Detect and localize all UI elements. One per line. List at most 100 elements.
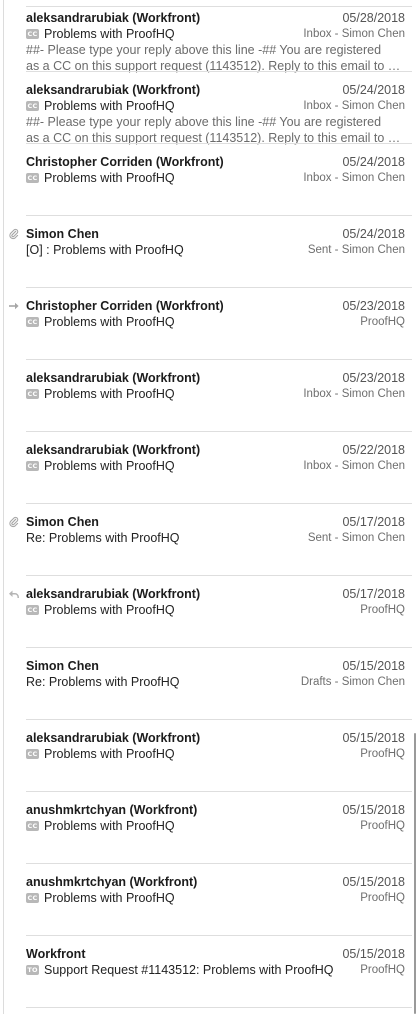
message-row[interactable]: Simon Chen 05/24/2018 [O] : Problems wit…: [0, 216, 418, 288]
message-folder: Inbox - Simon Chen: [303, 28, 405, 40]
message-preview: ##- Please type your reply above this li…: [26, 43, 382, 57]
message-subject: Re: Problems with ProofHQ: [26, 531, 180, 545]
message-date: 05/24/2018: [342, 227, 405, 241]
message-sender: aleksandrarubiak (Workfront): [26, 731, 201, 745]
cc-badge: CC: [26, 749, 39, 759]
message-subject-text: Problems with ProofHQ: [44, 99, 175, 113]
cc-badge: CC: [26, 389, 39, 399]
message-sender: aleksandrarubiak (Workfront): [26, 443, 201, 457]
message-date: 05/17/2018: [342, 587, 405, 601]
message-row[interactable]: aleksandrarubiak (Workfront) 05/17/2018 …: [0, 576, 418, 648]
message-subject-text: Support Request #1143512: Problems with …: [44, 963, 334, 977]
message-sender: Christopher Corriden (Workfront): [26, 299, 224, 313]
message-sender: Simon Chen: [26, 515, 99, 529]
divider: [26, 1007, 412, 1008]
cc-badge: CC: [26, 821, 39, 831]
cc-badge: CC: [26, 893, 39, 903]
message-date: 05/15/2018: [342, 875, 405, 889]
message-sender: Christopher Corriden (Workfront): [26, 155, 224, 169]
message-folder: Inbox - Simon Chen: [303, 172, 405, 184]
message-folder: Inbox - Simon Chen: [303, 460, 405, 472]
message-subject-text: Problems with ProofHQ: [44, 603, 175, 617]
message-row[interactable]: aleksandrarubiak (Workfront) 05/28/2018 …: [0, 0, 418, 73]
message-list: aleksandrarubiak (Workfront) 05/28/2018 …: [0, 0, 418, 1008]
message-folder: Sent - Simon Chen: [307, 532, 405, 544]
message-subject: CC Problems with ProofHQ: [26, 170, 175, 186]
message-subject-text: Problems with ProofHQ: [44, 27, 175, 41]
message-row[interactable]: anushmkrtchyan (Workfront) 05/15/2018 CC…: [0, 792, 418, 864]
paperclip-icon: [9, 516, 19, 528]
message-sender: Simon Chen: [26, 659, 99, 673]
message-date: 05/15/2018: [342, 731, 405, 745]
divider: [26, 6, 412, 7]
cc-badge: CC: [26, 101, 39, 111]
message-date: 05/23/2018: [342, 299, 405, 313]
message-sender: Simon Chen: [26, 227, 99, 241]
message-folder: Inbox - Simon Chen: [303, 388, 405, 400]
message-date: 05/17/2018: [342, 515, 405, 529]
message-folder: ProofHQ: [360, 892, 405, 904]
cc-badge: CC: [26, 317, 39, 327]
message-subject: [O] : Problems with ProofHQ: [26, 243, 184, 257]
message-subject-text: Problems with ProofHQ: [44, 747, 175, 761]
message-row[interactable]: aleksandrarubiak (Workfront) 05/15/2018 …: [0, 720, 418, 792]
message-folder: ProofHQ: [360, 748, 405, 760]
message-row[interactable]: aleksandrarubiak (Workfront) 05/22/2018 …: [0, 432, 418, 504]
message-folder: ProofHQ: [360, 316, 405, 328]
message-subject: CC Problems with ProofHQ: [26, 314, 175, 330]
message-subject: TO Support Request #1143512: Problems wit…: [26, 962, 334, 978]
message-row[interactable]: Christopher Corriden (Workfront) 05/23/2…: [0, 288, 418, 360]
message-subject-text: Problems with ProofHQ: [44, 171, 175, 185]
message-preview: ##- Please type your reply above this li…: [26, 115, 382, 129]
replied-arrow-icon: [9, 590, 19, 598]
message-date: 05/22/2018: [342, 443, 405, 457]
message-folder: Drafts - Simon Chen: [300, 676, 405, 688]
message-row[interactable]: anushmkrtchyan (Workfront) 05/15/2018 CC…: [0, 864, 418, 936]
message-subject-text: Problems with ProofHQ: [44, 459, 175, 473]
message-date: 05/28/2018: [342, 11, 405, 25]
message-sender: anushmkrtchyan (Workfront): [26, 875, 198, 889]
message-row[interactable]: Simon Chen 05/17/2018 Re: Problems with …: [0, 504, 418, 576]
message-subject-text: Problems with ProofHQ: [44, 315, 175, 329]
message-date: 05/15/2018: [342, 803, 405, 817]
message-sender: Workfront: [26, 947, 86, 961]
message-subject: Re: Problems with ProofHQ: [26, 675, 180, 689]
message-sender: aleksandrarubiak (Workfront): [26, 83, 201, 97]
cc-badge: CC: [26, 29, 39, 39]
message-date: 05/24/2018: [342, 83, 405, 97]
message-subject: CC Problems with ProofHQ: [26, 386, 175, 402]
message-sender: aleksandrarubiak (Workfront): [26, 371, 201, 385]
message-subject-text: Problems with ProofHQ: [44, 891, 175, 905]
cc-badge: CC: [26, 173, 39, 183]
message-folder: ProofHQ: [360, 964, 405, 976]
message-row[interactable]: aleksandrarubiak (Workfront) 05/23/2018 …: [0, 360, 418, 432]
message-date: 05/23/2018: [342, 371, 405, 385]
message-folder: Sent - Simon Chen: [307, 244, 405, 256]
message-subject: CC Problems with ProofHQ: [26, 98, 175, 114]
message-row[interactable]: aleksandrarubiak (Workfront) 05/24/2018 …: [0, 72, 418, 145]
message-subject: CC Problems with ProofHQ: [26, 26, 175, 42]
message-sender: aleksandrarubiak (Workfront): [26, 11, 201, 25]
message-subject: CC Problems with ProofHQ: [26, 746, 175, 762]
cc-badge: CC: [26, 461, 39, 471]
message-date: 05/24/2018: [342, 155, 405, 169]
message-folder: ProofHQ: [360, 820, 405, 832]
to-badge: TO: [26, 965, 39, 975]
message-row[interactable]: Workfront 05/15/2018 TO Support Request #…: [0, 936, 418, 1008]
message-date: 05/15/2018: [342, 659, 405, 673]
message-subject-text: Problems with ProofHQ: [44, 819, 175, 833]
message-date: 05/15/2018: [342, 947, 405, 961]
message-subject: CC Problems with ProofHQ: [26, 818, 175, 834]
message-subject: CC Problems with ProofHQ: [26, 602, 175, 618]
message-folder: ProofHQ: [360, 604, 405, 616]
message-folder: Inbox - Simon Chen: [303, 100, 405, 112]
message-subject: CC Problems with ProofHQ: [26, 890, 175, 906]
message-row[interactable]: Simon Chen 05/15/2018 Re: Problems with …: [0, 648, 418, 720]
message-subject-text: Problems with ProofHQ: [44, 387, 175, 401]
message-row[interactable]: Christopher Corriden (Workfront) 05/24/2…: [0, 144, 418, 216]
cc-badge: CC: [26, 605, 39, 615]
message-subject: CC Problems with ProofHQ: [26, 458, 175, 474]
message-sender: aleksandrarubiak (Workfront): [26, 587, 201, 601]
paperclip-icon: [9, 228, 19, 240]
forwarded-arrow-icon: [9, 302, 19, 310]
